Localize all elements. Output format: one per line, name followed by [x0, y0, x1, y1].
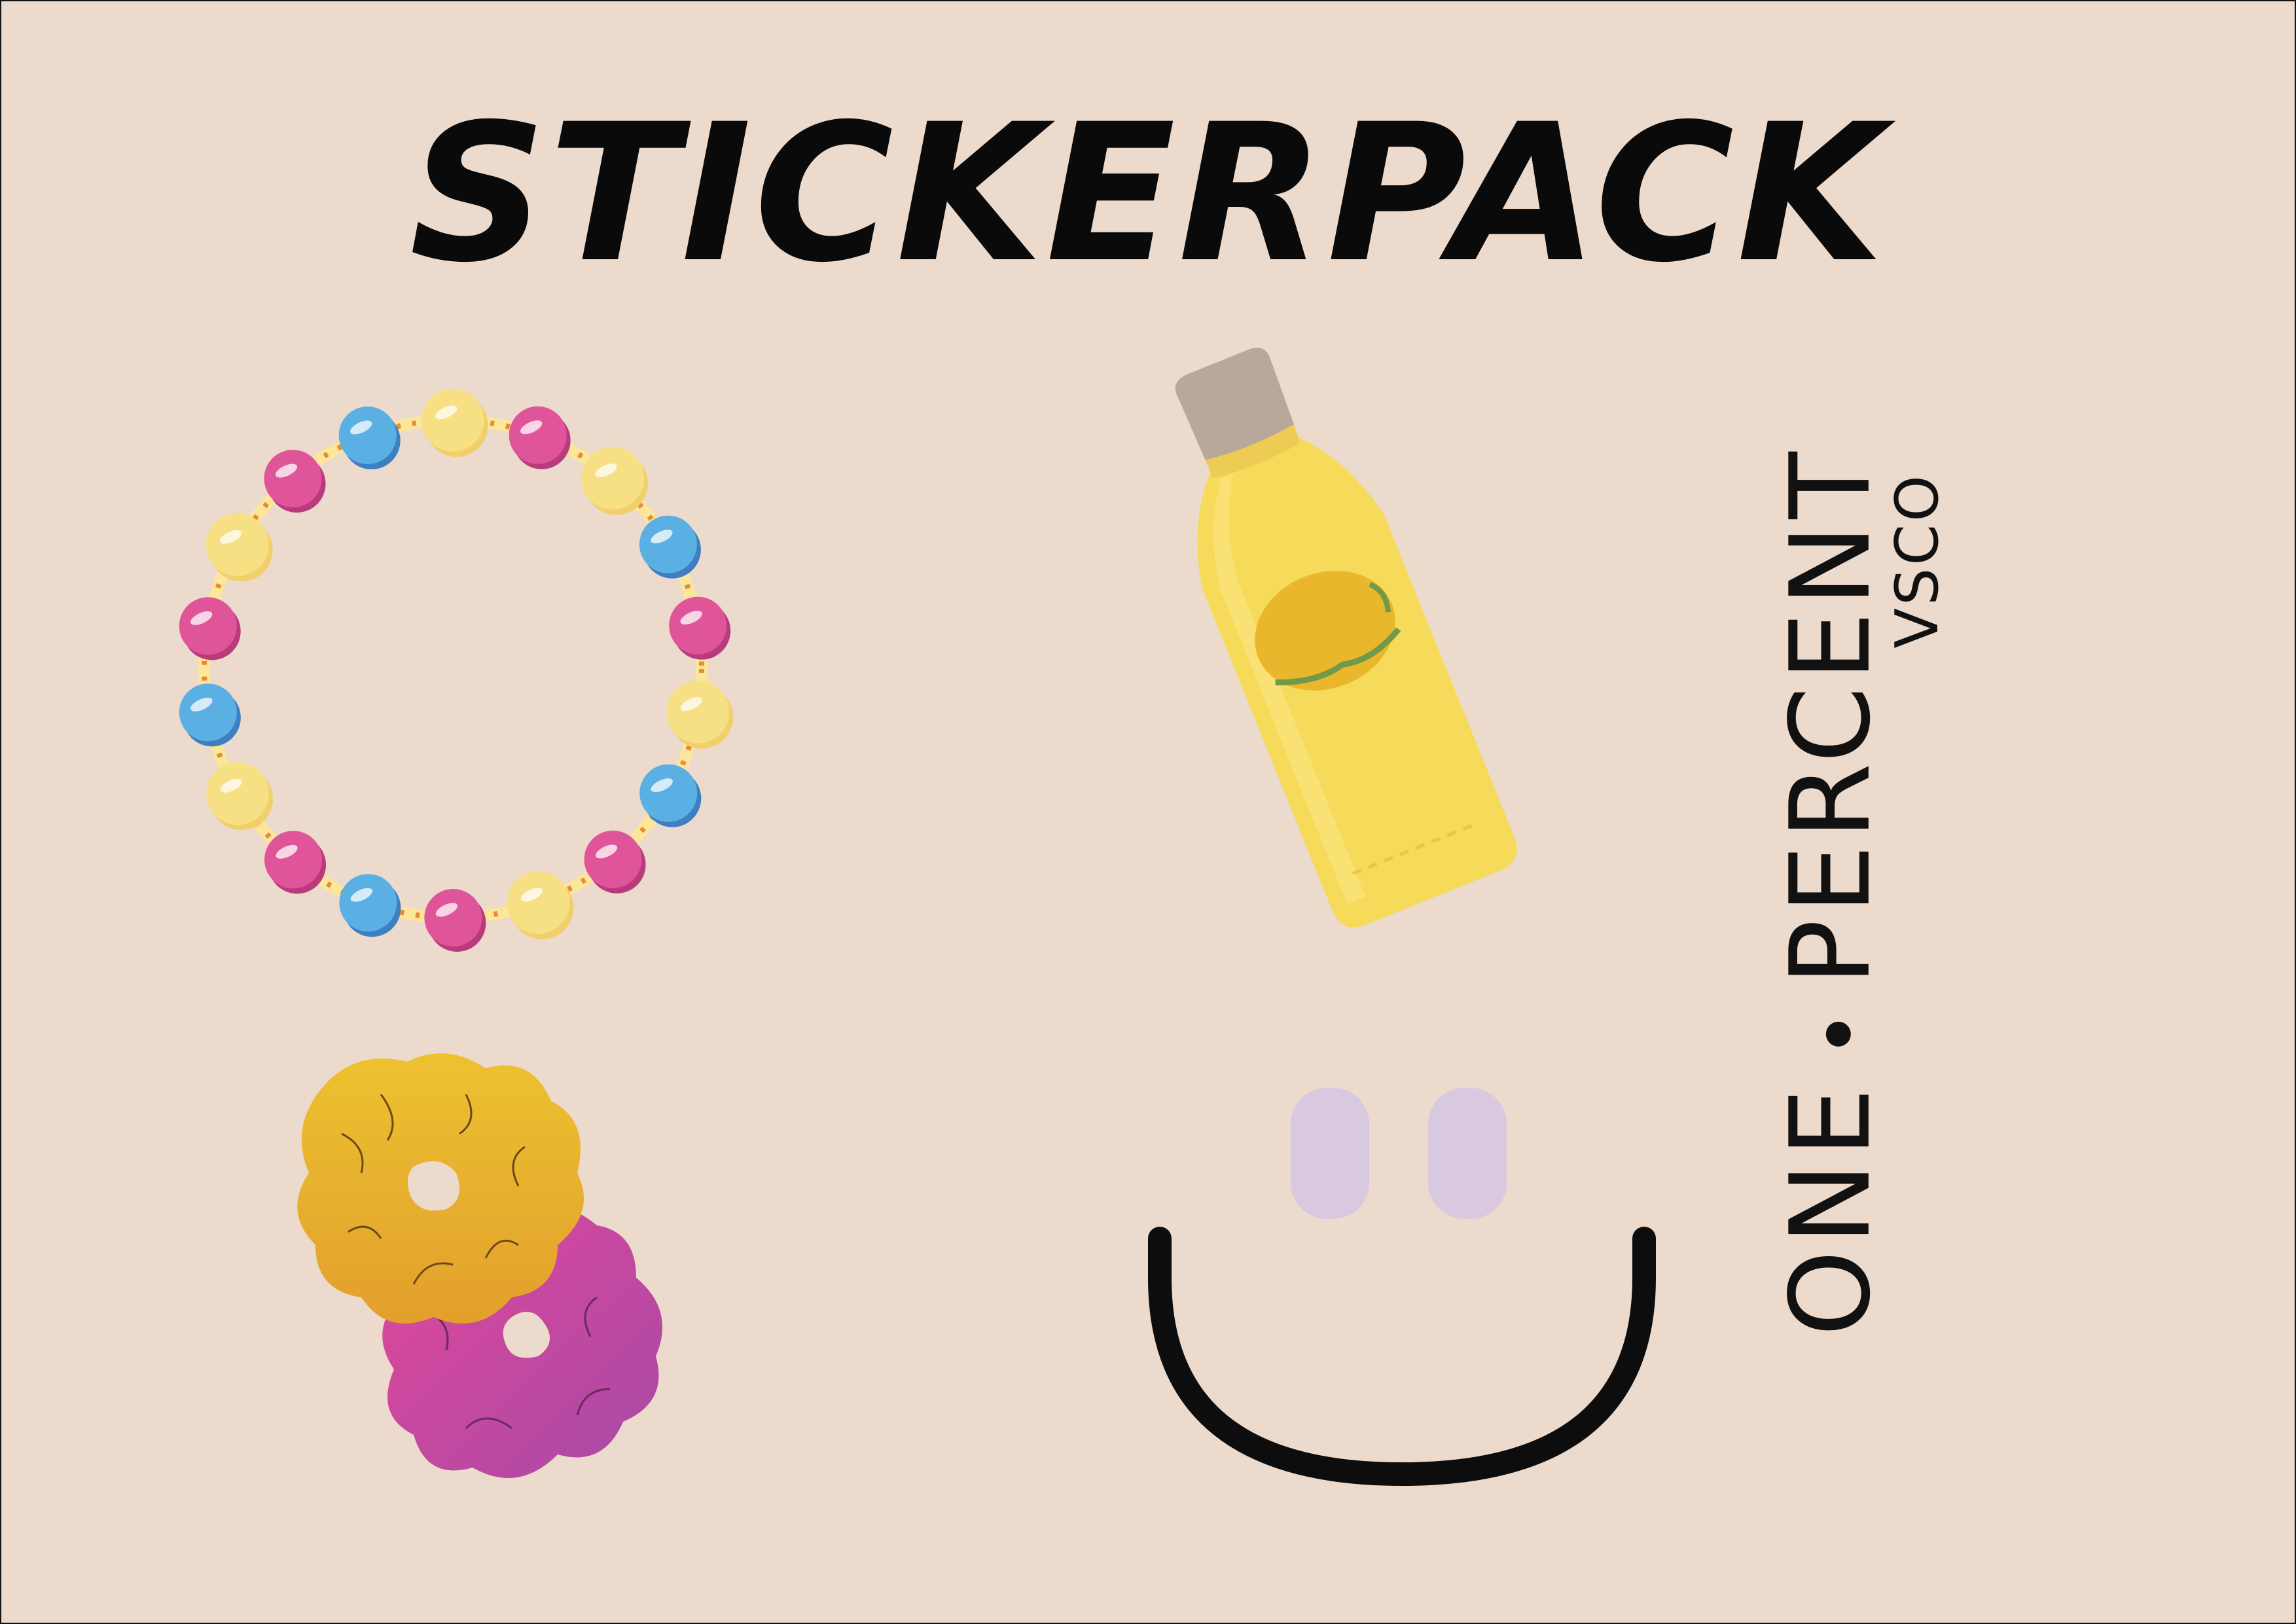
scrunchie-icon	[297, 1053, 662, 1478]
bead-blue	[179, 683, 241, 747]
smiley-icon	[1148, 1088, 1656, 1487]
bead-blue	[339, 874, 401, 937]
bead-pink	[669, 596, 731, 660]
brand-name: ONE PERCENT	[1767, 446, 1895, 1337]
sticker-sheet: STICKERPACK ONEPERCENT VSCO	[0, 0, 2296, 1624]
bead-yellow	[206, 513, 273, 582]
bead-pink	[264, 831, 327, 894]
bottle-icon	[1175, 348, 1517, 928]
bead-pink	[179, 597, 241, 660]
bead-blue	[338, 406, 401, 470]
brand-word-one: ONE	[1766, 1082, 1895, 1337]
brand-word-percent: PERCENT	[1766, 446, 1895, 986]
bead-yellow	[507, 871, 574, 939]
page-title: STICKERPACK	[409, 84, 1887, 304]
bead-yellow	[581, 446, 648, 515]
brand-subtitle: VSCO	[1883, 473, 1952, 649]
bead-yellow	[421, 389, 488, 458]
bead-yellow	[206, 762, 274, 831]
bracelet-icon	[179, 389, 734, 952]
bead-yellow	[666, 680, 734, 749]
bead-pink	[424, 888, 486, 952]
bead-pink	[509, 406, 571, 469]
brand-separator-dot	[1825, 1021, 1851, 1047]
bead-blue	[639, 515, 701, 579]
